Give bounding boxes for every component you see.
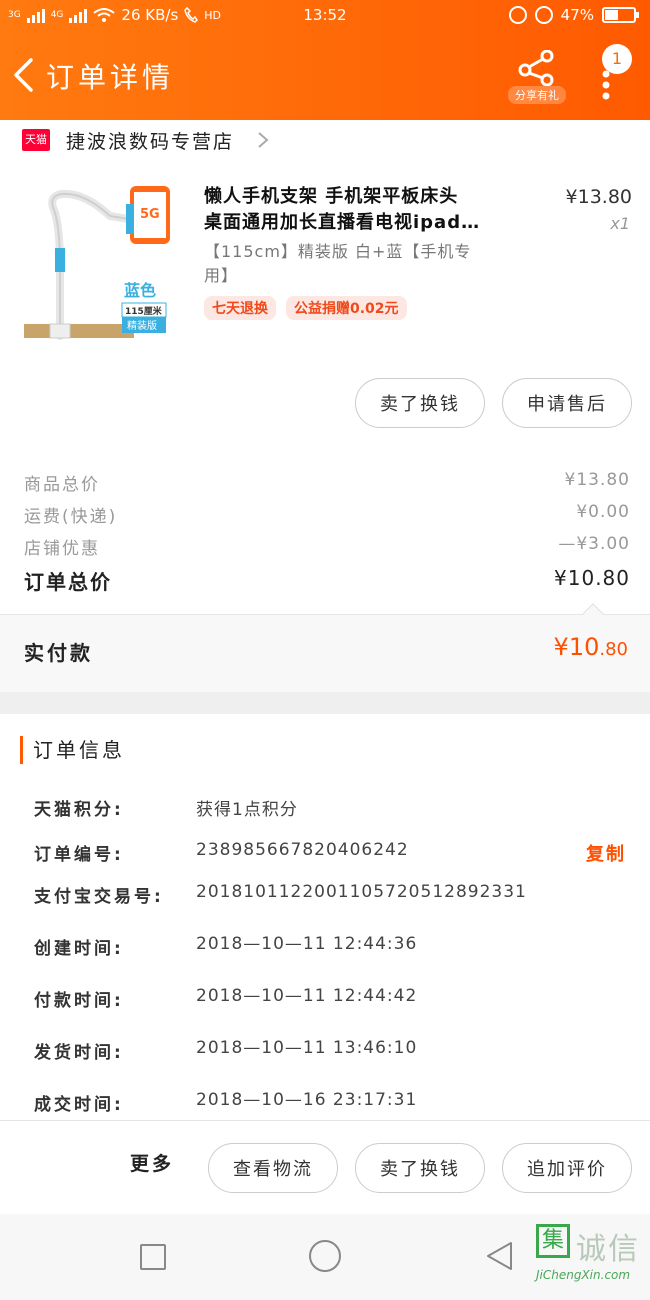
after-sale-button[interactable]: 申请售后: [502, 378, 632, 428]
info-value: 2018—10—11 12:44:36: [196, 934, 418, 954]
info-row-points: 天猫积分: 获得1点积分: [34, 795, 634, 825]
product-quantity: x1: [610, 214, 630, 233]
fee-value: —¥3.00: [558, 534, 630, 554]
info-label: 成交时间:: [34, 1095, 124, 1115]
paid-value-main: ¥10: [553, 633, 600, 661]
alarm-icon: [534, 6, 553, 24]
product-tags: 七天退换 公益捐赠0.02元: [204, 296, 407, 320]
order-total-value: ¥10.80: [554, 566, 630, 590]
info-label: 发货时间:: [34, 1043, 124, 1063]
info-row-paid: 付款时间: 2018—10—11 12:44:42: [34, 986, 634, 1016]
sku-line: 【115cm】精装版 白+蓝【手机专: [204, 242, 472, 261]
info-value: 2018101122001105720512892331: [196, 882, 527, 902]
copy-button[interactable]: 复制: [586, 840, 626, 866]
image-edition-label: 精装版: [127, 319, 157, 332]
app-header: 3G 4G 26 KB/s HD 13:52 47% 订单详情 分享有礼 1: [0, 0, 650, 120]
info-label: 创建时间:: [34, 939, 124, 959]
info-value: 获得1点积分: [196, 800, 298, 820]
watermark-url: JiChengXin.com: [536, 1268, 631, 1282]
fee-label: 商品总价: [24, 475, 100, 495]
order-total-label: 订单总价: [24, 570, 112, 594]
tmall-logo-icon: 天猫: [22, 129, 50, 151]
back-triangle-icon[interactable]: [484, 1240, 514, 1272]
product-title[interactable]: 懒人手机支架 手机架平板床头 桌面通用加长直播看电视ipad…: [204, 184, 524, 236]
sell-button[interactable]: 卖了换钱: [355, 378, 485, 428]
store-row[interactable]: 天猫 捷波浪数码专营店: [0, 120, 650, 160]
fee-row-discount: 店铺优惠 —¥3.00: [24, 534, 630, 564]
product-image[interactable]: 5G 蓝色 115厘米 精装版: [14, 176, 180, 344]
product-sku: 【115cm】精装版 白+蓝【手机专 用】: [204, 240, 524, 288]
sell-button-bottom[interactable]: 卖了换钱: [355, 1143, 485, 1193]
store-name: 捷波浪数码专营店: [66, 130, 235, 153]
caret-up-icon: [582, 603, 604, 615]
nav-bar: 订单详情 分享有礼 1: [0, 40, 650, 110]
image-color-label: 蓝色: [124, 281, 156, 300]
lock-rotation-icon: [508, 6, 527, 24]
page-title: 订单详情: [46, 61, 175, 94]
sku-line: 用】: [204, 266, 239, 285]
info-label: 付款时间:: [34, 991, 124, 1011]
battery-percent: 47%: [560, 6, 594, 24]
battery-level: [605, 10, 619, 20]
info-row-created: 创建时间: 2018—10—11 12:44:36: [34, 934, 634, 964]
system-nav-bar: 集 诚信 JiChengXin.com: [0, 1214, 650, 1300]
product-title-line: 桌面通用加长直播看电视ipad…: [204, 212, 481, 233]
info-label: 天猫积分:: [34, 800, 124, 820]
recent-apps-icon[interactable]: [140, 1244, 166, 1270]
phone-screen-text: 5G: [140, 207, 160, 222]
fee-row-shipping: 运费(快递) ¥0.00: [24, 502, 630, 532]
bottom-action-bar: 更多 查看物流 卖了换钱 追加评价: [0, 1120, 650, 1214]
fee-value: ¥0.00: [576, 502, 630, 522]
fee-row-goods: 商品总价 ¥13.80: [24, 470, 630, 500]
info-row-shipped: 发货时间: 2018—10—11 13:46:10: [34, 1038, 634, 1068]
info-label: 订单编号:: [34, 845, 124, 865]
more-button[interactable]: 更多: [130, 1149, 174, 1176]
share-label: 分享有礼: [508, 86, 566, 104]
info-row-completed: 成交时间: 2018—10—16 23:17:31: [34, 1090, 634, 1120]
paid-value: ¥10.80: [554, 633, 628, 661]
product-title-line: 懒人手机支架 手机架平板床头: [204, 186, 459, 207]
info-row-order-number: 订单编号: 238985667820406242 复制: [34, 840, 634, 870]
order-info-heading: 订单信息: [20, 736, 125, 764]
back-arrow-icon[interactable]: [12, 58, 34, 92]
image-length-label: 115厘米: [125, 305, 163, 317]
share-button[interactable]: 分享有礼: [508, 48, 566, 104]
return-policy-tag: 七天退换: [204, 296, 276, 320]
info-value[interactable]: 238985667820406242: [196, 840, 409, 860]
battery-icon: [602, 7, 639, 23]
fee-label: 运费(快递): [24, 507, 118, 527]
paid-label: 实付款: [24, 641, 93, 665]
info-value: 2018—10—11 13:46:10: [196, 1038, 418, 1058]
watermark-text: 诚信: [576, 1232, 640, 1267]
info-label: 支付宝交易号:: [34, 887, 164, 907]
phone-holder-illustration: 5G 蓝色 115厘米 精装版: [24, 186, 170, 340]
status-bar: 3G 4G 26 KB/s HD 13:52 47%: [0, 6, 650, 28]
section-divider: [0, 692, 650, 714]
fee-value: ¥13.80: [564, 470, 630, 490]
product-price: ¥13.80: [565, 186, 632, 208]
add-review-button[interactable]: 追加评价: [502, 1143, 632, 1193]
home-icon[interactable]: [309, 1240, 341, 1272]
info-value: 2018—10—16 23:17:31: [196, 1090, 418, 1110]
share-icon: [518, 49, 554, 87]
watermark-mark: 集: [536, 1224, 570, 1258]
paid-amount-row: 实付款 ¥10.80: [0, 614, 650, 692]
fee-label: 店铺优惠: [24, 539, 100, 559]
info-row-alipay-number: 支付宝交易号: 2018101122001105720512892331: [34, 882, 634, 912]
info-value: 2018—10—11 12:44:42: [196, 986, 418, 1006]
order-total-row: 订单总价 ¥10.80: [24, 566, 630, 596]
chevron-right-icon: [258, 132, 269, 148]
more-menu-icon[interactable]: [600, 70, 612, 100]
watermark-logo: 集 诚信 JiChengXin.com: [534, 1222, 646, 1292]
view-logistics-button[interactable]: 查看物流: [208, 1143, 338, 1193]
charity-tag: 公益捐赠0.02元: [286, 296, 407, 320]
message-count-badge[interactable]: 1: [602, 44, 632, 74]
paid-value-decimal: .80: [599, 639, 628, 660]
